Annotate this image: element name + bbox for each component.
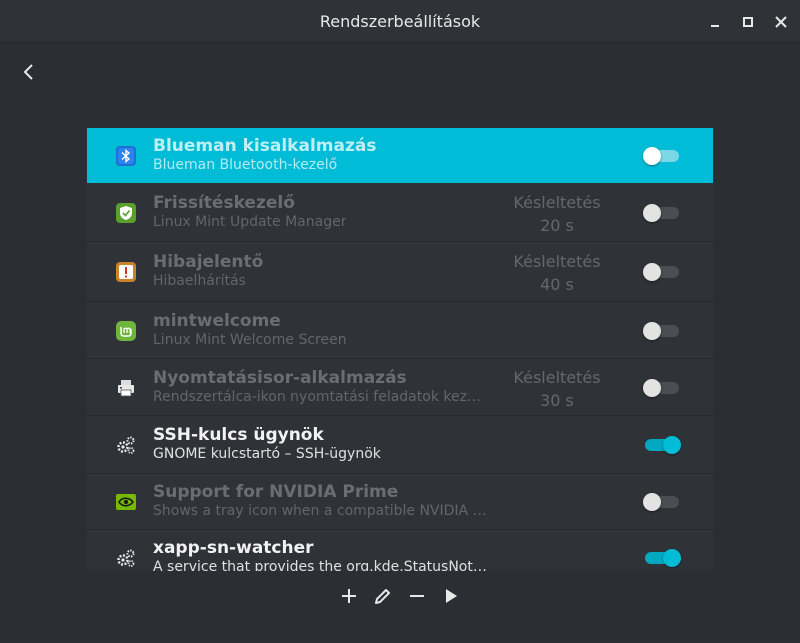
mint-logo-icon [115, 320, 137, 342]
app-description: Hibaelhárítás [153, 273, 246, 289]
toggle-knob [643, 263, 661, 281]
pencil-icon [375, 589, 390, 604]
enable-toggle[interactable] [643, 147, 679, 165]
startup-app-row[interactable]: xapp-sn-watcher A service that provides t… [87, 530, 713, 571]
nvidia-icon [115, 491, 137, 513]
toggle-knob [643, 493, 661, 511]
delay-value: 40 s [540, 275, 574, 294]
minimize-button[interactable] [705, 12, 725, 32]
app-name: Nyomtatásisor-alkalmazás [153, 368, 407, 388]
run-button[interactable] [441, 586, 461, 606]
app-name: SSH-kulcs ügynök [153, 425, 324, 445]
delay-label: Késleltetés [513, 193, 601, 212]
toggle-knob [663, 436, 681, 454]
delay-label: Késleltetés [513, 368, 601, 387]
delay-value: 20 s [540, 216, 574, 235]
toggle-knob [643, 204, 661, 222]
enable-toggle[interactable] [643, 493, 679, 511]
startup-app-row[interactable]: Hibajelentő Hibaelhárítás Késleltetés 40 s [87, 242, 713, 302]
app-description: Linux Mint Welcome Screen [153, 332, 347, 348]
bluetooth-icon [115, 145, 137, 167]
maximize-icon [743, 17, 753, 27]
delay-info: Késleltetés 30 s [492, 368, 622, 410]
app-description: Shows a tray icon when a compatible NVID… [153, 503, 487, 519]
app-name: Frissítéskezelő [153, 193, 295, 213]
title-bar: Rendszerbeállítások [0, 0, 800, 43]
toggle-knob [663, 549, 681, 567]
startup-app-row[interactable]: mintwelcome Linux Mint Welcome Screen [87, 302, 713, 359]
enable-toggle[interactable] [643, 322, 679, 340]
toggle-knob [643, 379, 661, 397]
startup-app-row[interactable]: SSH-kulcs ügynök GNOME kulcstartó – SSH-ü… [87, 416, 713, 474]
app-description: GNOME kulcstartó – SSH-ügynök [153, 446, 381, 462]
app-description: Linux Mint Update Manager [153, 214, 347, 230]
startup-app-row[interactable]: Nyomtatásisor-alkalmazás Rendszertálca-ik… [87, 359, 713, 416]
enable-toggle[interactable] [645, 436, 681, 454]
plus-icon [342, 589, 356, 603]
gears-icon [115, 434, 137, 456]
printer-icon [115, 377, 137, 399]
delay-info: Késleltetés 20 s [492, 193, 622, 235]
startup-app-row[interactable]: Support for NVIDIA Prime Shows a tray ico… [87, 474, 713, 530]
app-name: Hibajelentő [153, 252, 264, 272]
enable-toggle[interactable] [643, 379, 679, 397]
startup-apps-list: Blueman kisalkalmazás Blueman Bluetooth-k… [87, 128, 713, 571]
close-button[interactable] [771, 12, 791, 32]
minus-icon [410, 595, 424, 597]
add-button[interactable] [339, 586, 359, 606]
shield-icon [115, 202, 137, 224]
enable-toggle[interactable] [643, 204, 679, 222]
close-icon [775, 16, 787, 28]
enable-toggle[interactable] [645, 549, 681, 567]
warning-icon [115, 261, 137, 283]
gears-icon [115, 547, 137, 569]
app-name: mintwelcome [153, 311, 281, 331]
delay-label: Késleltetés [513, 252, 601, 271]
app-name: Support for NVIDIA Prime [153, 482, 399, 502]
play-icon [446, 589, 457, 603]
app-description: A service that provides the org.kde.Stat… [153, 559, 487, 571]
minimize-icon [711, 25, 719, 27]
enable-toggle[interactable] [643, 263, 679, 281]
window-title: Rendszerbeállítások [319, 12, 481, 31]
maximize-button[interactable] [738, 12, 758, 32]
toggle-knob [643, 147, 661, 165]
back-button[interactable] [19, 62, 39, 82]
edit-button[interactable] [373, 586, 393, 606]
toggle-knob [643, 322, 661, 340]
bottom-toolbar [0, 580, 800, 612]
delay-value: 30 s [540, 391, 574, 410]
startup-app-row[interactable]: Blueman kisalkalmazás Blueman Bluetooth-k… [87, 128, 713, 183]
chevron-left-icon [23, 64, 33, 80]
app-description: Blueman Bluetooth-kezelő [153, 157, 338, 173]
app-name: xapp-sn-watcher [153, 538, 314, 558]
remove-button[interactable] [407, 586, 427, 606]
app-name: Blueman kisalkalmazás [153, 136, 377, 156]
app-description: Rendszertálca-ikon nyomtatási feladatok … [153, 389, 481, 405]
startup-app-row[interactable]: Frissítéskezelő Linux Mint Update Manager… [87, 183, 713, 242]
delay-info: Késleltetés 40 s [492, 252, 622, 294]
